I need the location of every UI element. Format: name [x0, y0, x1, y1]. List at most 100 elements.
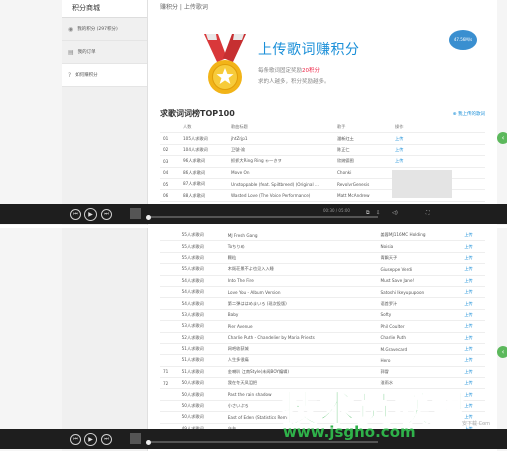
download-icon[interactable]: ⇩: [376, 210, 380, 216]
row-request-count: 55人求歌词: [178, 240, 225, 253]
row-rank: [160, 297, 179, 310]
row-request-count: 54人求歌词: [178, 275, 225, 287]
upload-link[interactable]: 上传: [461, 263, 485, 276]
table-row: 54人求歌词 第二弹ははめまいろ (现次投版) 语首罗汁 上传: [160, 297, 485, 310]
row-song-title: 金喇叭 江南Style(未闻BOY编辑): [224, 366, 378, 379]
share-icon[interactable]: ⧉: [366, 210, 370, 216]
row-request-count: 96人求歌词: [180, 155, 228, 168]
row-artist: Must Save Jane!: [377, 275, 462, 287]
play-button[interactable]: ▶: [84, 433, 97, 446]
play-button[interactable]: ▶: [84, 208, 97, 221]
progress-knob[interactable]: [146, 214, 151, 220]
hero-reward-line: 每条歌词固定奖励20积分: [258, 68, 321, 74]
row-request-count: 54人求歌词: [178, 286, 225, 299]
row-rank: [160, 400, 179, 413]
next-button[interactable]: ⏭: [101, 434, 112, 445]
reward-amount: 20积分: [302, 68, 321, 74]
row-artist: Hero: [377, 354, 462, 367]
table-row: 53人求歌词 Baby Softy 上传: [160, 309, 485, 322]
header-rank: [160, 122, 180, 134]
side-widget-icon[interactable]: ‹: [497, 346, 507, 358]
upload-link[interactable]: 上传: [461, 320, 485, 333]
row-artist: Charlie Puth: [377, 332, 462, 344]
row-request-count: 51人求歌词: [178, 366, 225, 379]
side-widget-icon[interactable]: ‹: [497, 132, 507, 144]
row-song-title: 人生多很痛: [224, 354, 378, 367]
upload-link[interactable]: 上传: [392, 155, 485, 168]
sidebar-item-earn-points[interactable]: ? 如何赚积分: [62, 64, 147, 87]
sidebar: 积分商城 ◉ 我的积分 (297积分) ▤ 我的订单 ? 如何赚积分: [62, 0, 148, 225]
upload-link[interactable]: 上传: [392, 144, 485, 157]
upload-link[interactable]: 上传: [461, 286, 485, 299]
row-song-title: Baby: [224, 309, 378, 322]
watermark-url: www.jsgho.com: [283, 423, 416, 441]
row-rank: [160, 309, 179, 322]
progress-track[interactable]: [148, 441, 378, 443]
sidebar-item-my-points[interactable]: ◉ 我的积分 (297积分): [62, 18, 147, 41]
upload-link[interactable]: 上传: [461, 240, 485, 253]
row-request-count: 105人求歌词: [180, 132, 228, 145]
question-icon: ?: [68, 71, 72, 79]
upload-link[interactable]: 上传: [461, 297, 485, 310]
row-request-count: 55人求歌词: [178, 230, 225, 242]
table-row: 55人求歌词 颗粒 青飘天子 上传: [160, 252, 485, 265]
progress-track[interactable]: [148, 216, 378, 218]
table-row: 53人求歌词 Pier Avenue Phil Coulter 上传: [160, 320, 485, 333]
row-song-title: 颗粒: [224, 252, 378, 265]
sidebar-header: 积分商城: [62, 0, 147, 18]
previous-button[interactable]: ⏮: [70, 209, 81, 220]
row-artist: Satoshi Ikeyupupoon: [377, 286, 462, 299]
video-thumbnail: [130, 208, 141, 219]
upload-link[interactable]: 上传: [461, 366, 485, 379]
row-artist: 语首罗汁: [377, 297, 462, 310]
row-rank: [160, 354, 179, 367]
video-thumbnail: [130, 433, 141, 444]
row-rank: 72: [160, 377, 179, 390]
row-artist: 青飘天子: [377, 252, 462, 265]
upload-link[interactable]: 上传: [461, 309, 485, 322]
table-header-row: 人数 歌曲标题 歌手 操作: [160, 122, 485, 134]
row-rank: 05: [160, 178, 180, 191]
upload-link[interactable]: 上传: [461, 252, 485, 265]
row-request-count: 53人求歌词: [178, 309, 225, 322]
row-rank: 06: [160, 189, 180, 202]
row-artist: M.Gravecard: [377, 343, 462, 356]
sidebar-item-my-orders[interactable]: ▤ 我的订单: [62, 41, 147, 64]
previous-button[interactable]: ⏮: [70, 434, 81, 445]
row-rank: 04: [160, 167, 180, 179]
upload-link[interactable]: 上传: [461, 354, 485, 367]
table-row: 01 105人求歌词 jhtZrjp1 潘新红土 上传: [160, 132, 485, 145]
row-request-count: 50人求歌词: [178, 388, 225, 401]
fullscreen-icon[interactable]: ⛶: [426, 210, 430, 216]
row-artist: 欣婉德图: [334, 155, 392, 168]
upload-link[interactable]: 上传: [461, 343, 485, 356]
row-rank: [160, 252, 179, 265]
row-request-count: 51人求歌词: [178, 343, 225, 356]
row-artist: Softy: [377, 309, 462, 322]
table-row: 55人求歌词 木既荘景不よ也见入入睡 Giuseppe Verdi 上传: [160, 263, 485, 276]
upload-link[interactable]: 上传: [392, 132, 485, 145]
row-request-count: 88人求歌词: [180, 189, 228, 202]
row-artist: Phil Coulter: [377, 320, 462, 333]
header-artist: 歌手: [334, 122, 392, 134]
table-row: 51人求歌词 网吧收获城 M.Gravecard 上传: [160, 343, 485, 356]
sidebar: [62, 228, 148, 451]
upload-link[interactable]: 上传: [461, 230, 485, 242]
upload-link[interactable]: 上传: [461, 332, 485, 344]
row-artist: 姜蓉MJ116MC Holding: [377, 230, 462, 242]
row-request-count: 50人求歌词: [178, 377, 225, 390]
row-artist: 潘新红土: [334, 132, 392, 145]
table-row: 52人求歌词 Charlie Puth - Chandelier by Maria…: [160, 332, 485, 344]
volume-icon[interactable]: ◁): [392, 210, 398, 216]
upload-link[interactable]: 上传: [461, 275, 485, 287]
hero-title: 上传歌词赚积分: [258, 42, 360, 58]
table-row: 54人求歌词 Into The Fire Must Save Jane! 上传: [160, 275, 485, 287]
list-icon: ▤: [68, 48, 74, 56]
row-rank: 01: [160, 132, 180, 145]
row-rank: [160, 343, 179, 356]
progress-knob[interactable]: [146, 439, 151, 445]
my-uploaded-lyrics-link[interactable]: ⊕ 我上传的歌词: [453, 111, 485, 117]
medal-icon: [204, 34, 246, 94]
row-artist: 陈正仁: [334, 144, 392, 157]
next-button[interactable]: ⏭: [101, 209, 112, 220]
